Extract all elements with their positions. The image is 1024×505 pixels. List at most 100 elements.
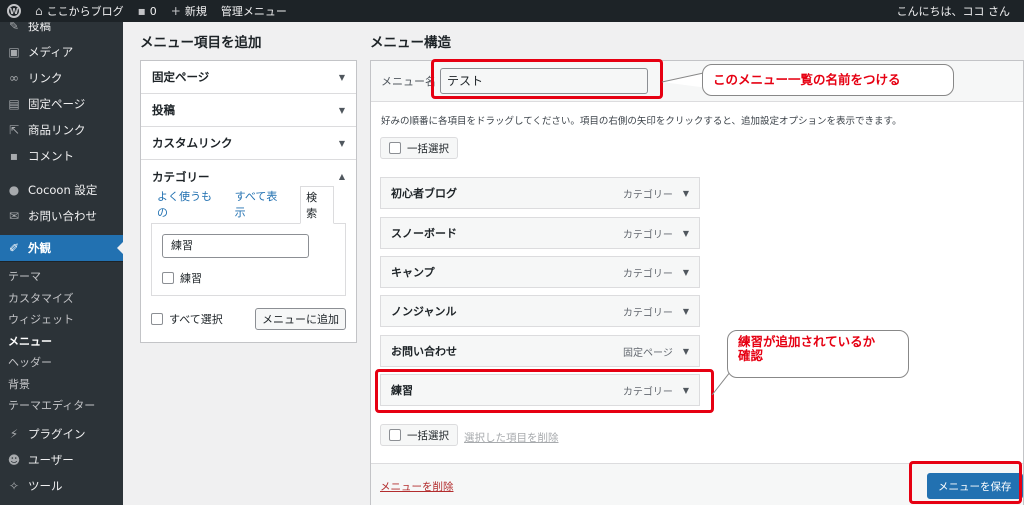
delete-menu-link[interactable]: メニューを削除 — [380, 479, 454, 494]
sidebar-item-label: 商品リンク — [28, 123, 86, 137]
cocoon-icon: ● — [8, 183, 20, 197]
sidebar-item-label: ツール — [28, 478, 63, 493]
wp-logo-icon: W — [7, 4, 21, 18]
menu-item-type: カテゴリー — [622, 229, 673, 241]
submenu-customize[interactable]: カスタマイズ — [0, 288, 123, 310]
accordion-pages[interactable]: 固定ページ ▼ — [141, 61, 356, 94]
triangle-down-icon: ▼ — [338, 72, 345, 82]
appearance-submenu: テーマ カスタマイズ ウィジェット メニュー ヘッダー 背景 テーマエディター — [0, 261, 123, 421]
sidebar-item-label: 外観 — [28, 241, 51, 255]
manage-menu-link[interactable]: 管理メニュー — [214, 0, 294, 22]
bulk-select-bottom[interactable]: 一括選択 — [380, 424, 458, 446]
category-tabs: よく使うもの すべて表示 検索 — [151, 186, 346, 224]
accordion-posts[interactable]: 投稿 ▼ — [141, 94, 356, 127]
triangle-down-icon: ▼ — [338, 138, 345, 148]
sidebar-item-label: Cocoon 設定 — [28, 183, 98, 197]
highlight-save-button — [909, 461, 1022, 504]
bulk-select-checkbox[interactable] — [389, 142, 401, 154]
comment-icon: ▪ — [137, 4, 146, 18]
admin-bar: W ⌂ ここからブログ ▪ 0 + 新規 管理メニュー こんにちは、ココ さん — [0, 0, 1024, 22]
tab-view-all[interactable]: すべて表示 — [235, 188, 289, 223]
menu-item-label: お問い合わせ — [391, 345, 457, 358]
user-icon: ☻ — [7, 452, 21, 467]
select-all-toggle[interactable]: すべて選択 — [151, 311, 223, 327]
result-checkbox[interactable] — [162, 272, 174, 284]
accordion-custom-links[interactable]: カスタムリンク ▼ — [141, 127, 356, 160]
sidebar-item-product-links[interactable]: ⇱ 商品リンク — [0, 117, 123, 143]
submenu-header[interactable]: ヘッダー — [0, 352, 123, 374]
bulk-select-top[interactable]: 一括選択 — [380, 137, 458, 159]
bulk-select-label: 一括選択 — [407, 142, 449, 155]
menu-item[interactable]: キャンプ カテゴリー ▼ — [380, 256, 700, 288]
product-link-icon: ⇱ — [8, 123, 20, 137]
sidebar-item-users[interactable]: ☻ ユーザー — [0, 447, 123, 473]
sidebar-item-links[interactable]: ∞ リンク — [0, 65, 123, 91]
triangle-up-icon: ▲ — [338, 172, 345, 181]
add-menu-items-heading: メニュー項目を追加 — [140, 35, 262, 51]
accordion-label: 投稿 — [152, 103, 175, 117]
submenu-theme-editor[interactable]: テーマエディター — [0, 395, 123, 417]
page-icon: ▤ — [8, 97, 20, 111]
bulk-select-checkbox[interactable] — [389, 429, 401, 441]
sidebar-item-cocoon[interactable]: ● Cocoon 設定 — [0, 177, 123, 203]
submenu-menus[interactable]: メニュー — [0, 331, 123, 353]
menu-structure-panel: メニュー名 テスト 好みの順番に各項目をドラッグしてください。項目の右側の矢印を… — [370, 60, 1024, 505]
select-all-checkbox[interactable] — [151, 313, 163, 325]
menu-item-label: 初心者ブログ — [391, 187, 457, 200]
sidebar-item-label: 固定ページ — [28, 97, 86, 111]
submenu-background[interactable]: 背景 — [0, 374, 123, 396]
menu-item[interactable]: ノンジャンル カテゴリー ▼ — [380, 295, 700, 327]
comments-link[interactable]: ▪ 0 — [131, 0, 164, 22]
search-result-item[interactable]: 練習 — [162, 270, 335, 286]
new-label: 新規 — [184, 5, 207, 18]
sidebar-item-comments[interactable]: ▪ コメント — [0, 143, 123, 169]
link-icon: ∞ — [9, 71, 19, 85]
site-name-link[interactable]: ⌂ ここからブログ — [28, 0, 131, 22]
site-name-label: ここからブログ — [46, 5, 124, 18]
category-search-input[interactable]: 練習 — [162, 234, 309, 258]
sidebar-item-plugins[interactable]: ⚡ プラグイン — [0, 421, 123, 447]
triangle-down-icon[interactable]: ▼ — [683, 229, 689, 238]
menu-item-label: ノンジャンル — [391, 305, 457, 318]
sidebar-item-label: ユーザー — [28, 452, 74, 467]
greeting-text: こんにちは、ココ さん — [896, 5, 1011, 18]
sidebar-item-label: メディア — [28, 45, 74, 59]
menu-item[interactable]: お問い合わせ 固定ページ ▼ — [380, 335, 700, 367]
menu-item-type: カテゴリー — [622, 307, 673, 319]
triangle-down-icon[interactable]: ▼ — [683, 307, 689, 316]
highlight-added-item — [375, 369, 714, 413]
media-icon: ▣ — [8, 45, 20, 59]
submenu-themes[interactable]: テーマ — [0, 266, 123, 288]
result-label: 練習 — [180, 272, 202, 285]
tab-most-used[interactable]: よく使うもの — [157, 188, 223, 223]
callout-line-1: 練習が追加されているか — [738, 334, 876, 349]
pin-icon: ✎ — [8, 22, 20, 33]
sidebar-item-pages[interactable]: ▤ 固定ページ — [0, 91, 123, 117]
sidebar-item-label: コメント — [28, 149, 74, 163]
delete-selected-link[interactable]: 選択した項目を削除 — [464, 430, 559, 445]
menu-item-type: カテゴリー — [622, 189, 673, 201]
menu-item[interactable]: 初心者ブログ カテゴリー ▼ — [380, 177, 700, 209]
menu-item-type: カテゴリー — [622, 268, 673, 280]
accordion-label: カテゴリー — [152, 169, 210, 184]
mail-icon: ✉ — [8, 209, 20, 223]
triangle-down-icon[interactable]: ▼ — [683, 347, 689, 356]
highlight-menu-name — [431, 59, 663, 99]
sidebar-item-contact[interactable]: ✉ お問い合わせ — [0, 203, 123, 229]
home-icon: ⌂ — [35, 4, 43, 18]
accordion-label: 固定ページ — [152, 70, 210, 84]
menu-item[interactable]: スノーボード カテゴリー ▼ — [380, 217, 700, 249]
new-content-link[interactable]: + 新規 — [164, 0, 214, 22]
submenu-widgets[interactable]: ウィジェット — [0, 309, 123, 331]
account-greeting[interactable]: こんにちは、ココ さん — [890, 0, 1024, 22]
sidebar-item-posts[interactable]: ✎ 投稿 — [0, 22, 123, 39]
sidebar-item-media[interactable]: ▣ メディア — [0, 39, 123, 65]
sidebar-item-label: プラグイン — [28, 426, 86, 441]
tab-search[interactable]: 検索 — [300, 186, 334, 224]
triangle-down-icon[interactable]: ▼ — [683, 189, 689, 198]
triangle-down-icon[interactable]: ▼ — [683, 268, 689, 277]
sidebar-item-appearance[interactable]: ✐ 外観 — [0, 235, 123, 261]
wp-logo-menu[interactable]: W — [0, 0, 28, 22]
sidebar-item-tools[interactable]: ✧ ツール — [0, 473, 123, 499]
add-to-menu-button[interactable]: メニューに追加 — [255, 308, 346, 330]
